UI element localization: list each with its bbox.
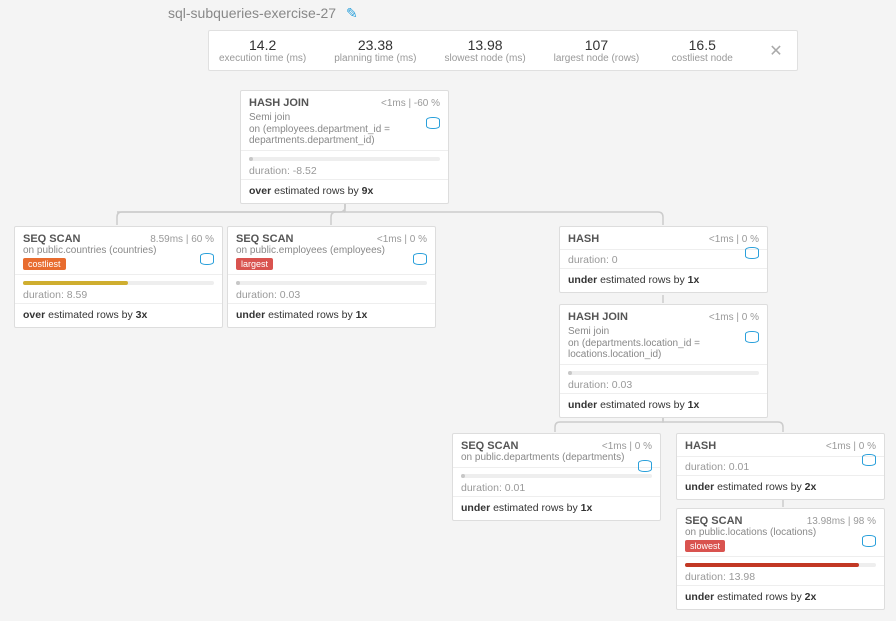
stat-large-l: largest node (rows) (554, 53, 640, 64)
node-name: SEQ SCAN (461, 440, 518, 452)
node-duration: duration: 8.59 (15, 285, 222, 304)
node-hash-join-2[interactable]: HASH JOIN <1ms | 0 % Semi join on (depar… (559, 304, 768, 418)
node-hash-2[interactable]: HASH <1ms | 0 % duration: 0.01 under est… (676, 433, 885, 500)
node-pct: -60 % (414, 98, 440, 109)
database-icon[interactable] (200, 253, 214, 265)
badge-largest: largest (236, 258, 273, 270)
node-seq-scan-departments[interactable]: SEQ SCAN <1ms | 0 % on public.department… (452, 433, 661, 521)
stat-slow-l: slowest node (ms) (445, 53, 526, 64)
node-on: on public.countries (countries) (23, 245, 214, 256)
node-name: HASH (685, 440, 716, 452)
node-name: SEQ SCAN (685, 515, 742, 527)
node-duration: duration: 0.03 (228, 285, 435, 304)
node-time: <1ms (709, 234, 734, 245)
node-hash-join-root[interactable]: HASH JOIN <1ms | -60 % Semi join on (emp… (240, 90, 449, 204)
node-time: <1ms (826, 441, 851, 452)
node-time: 13.98ms (807, 516, 845, 527)
stat-plan-v: 23.38 (334, 37, 416, 53)
badge-costliest: costliest (23, 258, 66, 270)
database-icon[interactable] (638, 460, 652, 472)
node-time: <1ms (602, 441, 627, 452)
node-est-pre: over (249, 185, 271, 197)
node-on: on public.locations (locations) (685, 527, 876, 538)
node-duration: duration: 0.01 (677, 457, 884, 476)
node-duration: duration: 0.01 (453, 478, 660, 497)
database-icon[interactable] (413, 253, 427, 265)
node-pct: 60 % (191, 234, 214, 245)
node-seq-scan-employees[interactable]: SEQ SCAN <1ms | 0 % on public.employees … (227, 226, 436, 328)
close-icon[interactable]: ✕ (765, 41, 786, 61)
stat-plan-l: planning time (ms) (334, 53, 416, 64)
node-seq-scan-countries[interactable]: SEQ SCAN 8.59ms | 60 % on public.countri… (14, 226, 223, 328)
stat-slow-v: 13.98 (445, 37, 526, 53)
node-on: on public.departments (departments) (461, 452, 652, 463)
node-time: <1ms (709, 312, 734, 323)
page-title: sql-subqueries-exercise-27 (168, 5, 336, 21)
node-on: on (departments.location_id = locations.… (568, 338, 759, 360)
database-icon[interactable] (426, 117, 440, 129)
node-pct: 98 % (853, 516, 876, 527)
node-name: HASH JOIN (568, 311, 628, 323)
node-time: <1ms (381, 98, 406, 109)
node-pct: 0 % (635, 441, 652, 452)
node-est-fac: 9x (362, 185, 374, 197)
node-pct: 0 % (859, 441, 876, 452)
node-on: on (employees.department_id = department… (249, 124, 440, 146)
stats-bar: 14.2execution time (ms) 23.38planning ti… (208, 30, 798, 71)
database-icon[interactable] (862, 454, 876, 466)
database-icon[interactable] (745, 247, 759, 259)
node-pct: 0 % (742, 312, 759, 323)
stat-cost-v: 16.5 (667, 37, 737, 53)
node-time: 8.59ms (150, 234, 183, 245)
stat-large-v: 107 (554, 37, 640, 53)
stat-exec-v: 14.2 (219, 37, 306, 53)
node-name: SEQ SCAN (236, 233, 293, 245)
node-duration: duration: 0.03 (560, 375, 767, 394)
node-duration: duration: 13.98 (677, 567, 884, 586)
node-duration: duration: -8.52 (241, 161, 448, 180)
node-pct: 0 % (410, 234, 427, 245)
node-pct: 0 % (742, 234, 759, 245)
database-icon[interactable] (862, 535, 876, 547)
stat-cost-l: costliest node (667, 53, 737, 64)
node-sub: Semi join (568, 325, 759, 338)
node-hash-1[interactable]: HASH <1ms | 0 % duration: 0 under estima… (559, 226, 768, 293)
database-icon[interactable] (745, 331, 759, 343)
node-time: <1ms (377, 234, 402, 245)
stat-exec-l: execution time (ms) (219, 53, 306, 64)
node-duration: duration: 0 (560, 250, 767, 269)
node-name: HASH JOIN (249, 97, 309, 109)
node-name: SEQ SCAN (23, 233, 80, 245)
node-on: on public.employees (employees) (236, 245, 427, 256)
node-seq-scan-locations[interactable]: SEQ SCAN 13.98ms | 98 % on public.locati… (676, 508, 885, 610)
badge-slowest: slowest (685, 540, 725, 552)
edit-icon[interactable]: ✎ (346, 5, 358, 21)
node-name: HASH (568, 233, 599, 245)
node-sub: Semi join (249, 112, 290, 123)
